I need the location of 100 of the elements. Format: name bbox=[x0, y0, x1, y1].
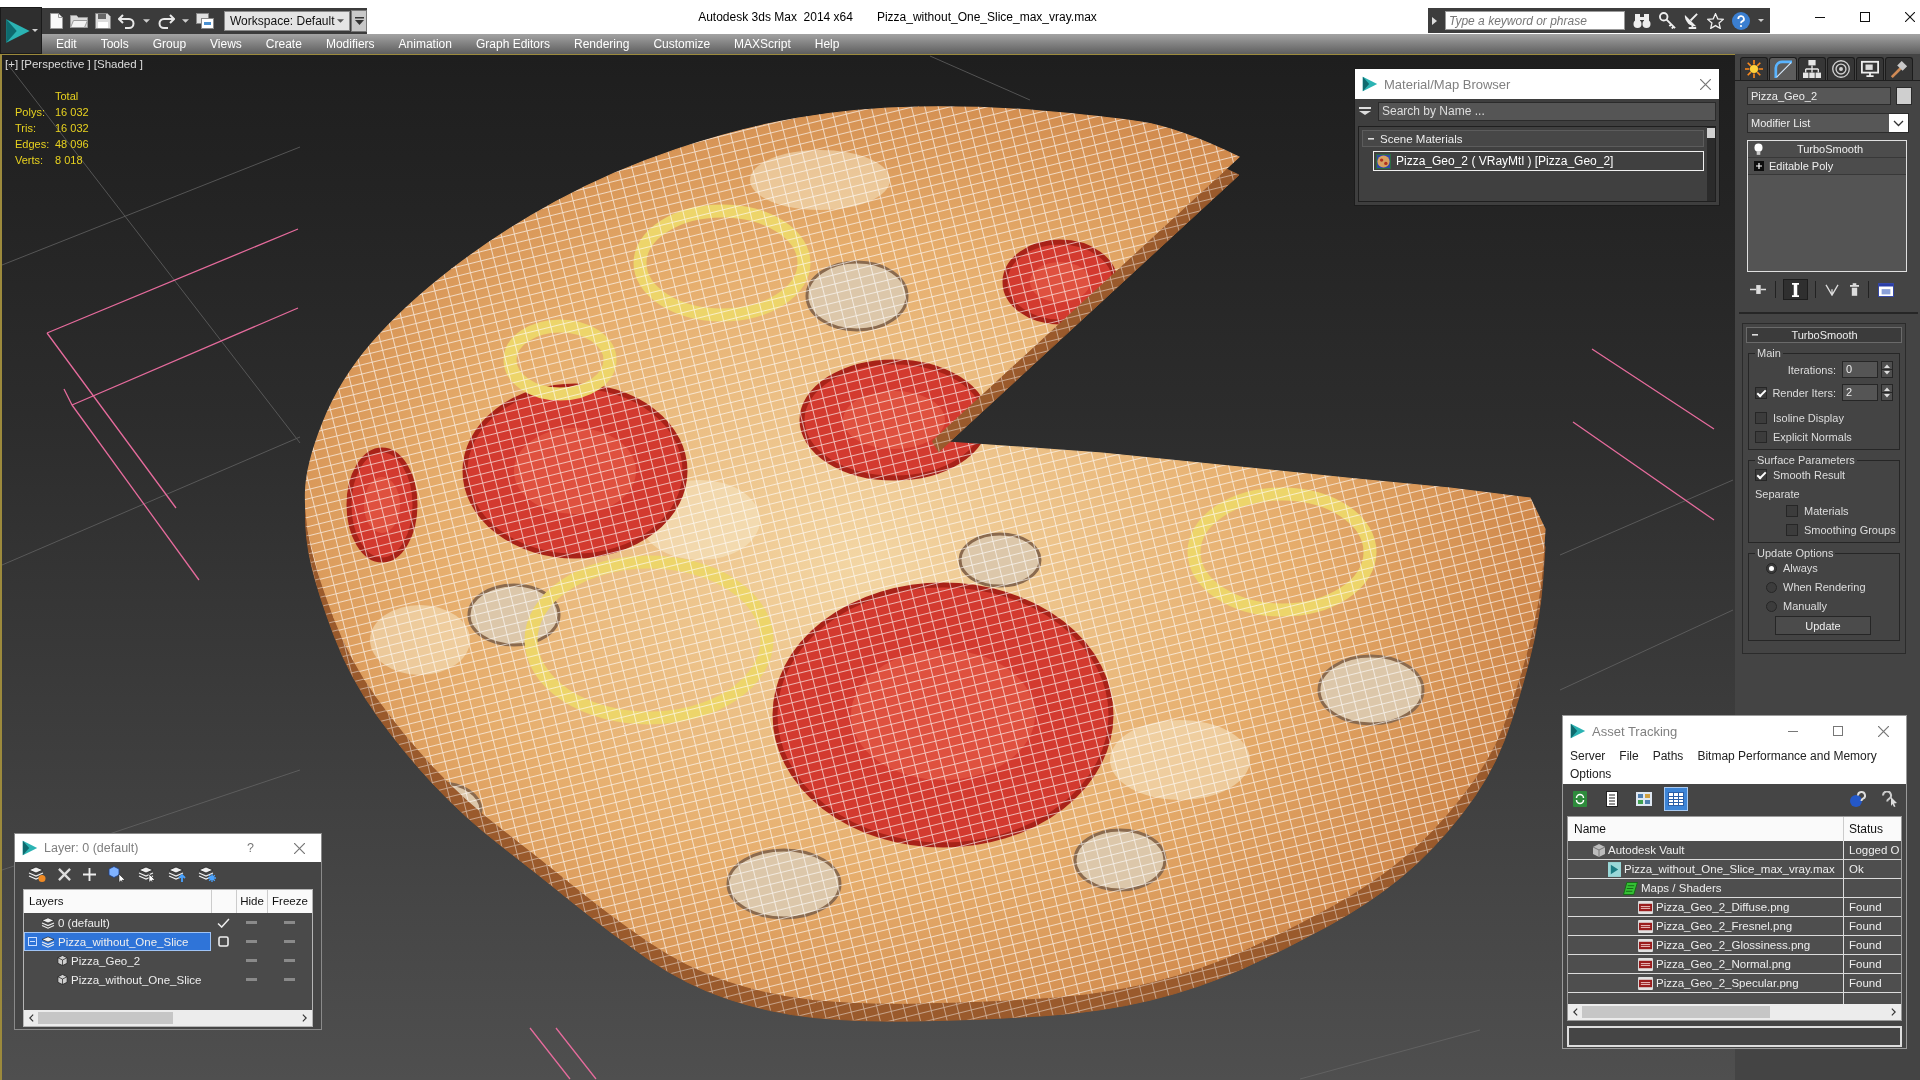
toolbar-menu-button[interactable] bbox=[351, 10, 367, 32]
help-pointer-icon[interactable] bbox=[1882, 791, 1898, 807]
chevron-right-icon[interactable] bbox=[1891, 1008, 1896, 1016]
menu-item[interactable]: Help bbox=[814, 37, 840, 51]
checkbox[interactable] bbox=[1755, 469, 1767, 481]
folder-icon[interactable] bbox=[70, 14, 88, 28]
scrollbar-thumb[interactable] bbox=[1582, 1006, 1770, 1018]
command-tab[interactable] bbox=[1740, 57, 1768, 80]
menu-item[interactable]: Paths bbox=[1652, 747, 1684, 765]
menu-item[interactable]: Server bbox=[1570, 747, 1606, 765]
expand-arrow-icon[interactable] bbox=[1432, 16, 1437, 25]
workspace-dropdown[interactable]: Workspace: Default bbox=[224, 11, 351, 31]
layer-item[interactable]: Pizza_without_One_Slice bbox=[24, 932, 211, 951]
menu-item[interactable]: Group bbox=[152, 37, 187, 51]
color-swatch-icon[interactable] bbox=[1896, 87, 1912, 105]
layers-up-arrow-icon[interactable] bbox=[168, 866, 186, 882]
light-bulb-icon[interactable] bbox=[1754, 143, 1763, 155]
command-tab[interactable] bbox=[1769, 57, 1797, 80]
menu-item[interactable]: Animation bbox=[398, 37, 452, 51]
tree-item[interactable]: Autodesk Vault bbox=[1568, 841, 1843, 859]
menu-item[interactable]: Graph Editors bbox=[475, 37, 550, 51]
object-name-field[interactable]: Pizza_Geo_2 bbox=[1747, 87, 1891, 105]
command-tab[interactable] bbox=[1827, 57, 1855, 80]
modifier-item[interactable]: Editable Poly bbox=[1748, 158, 1906, 175]
key-icon[interactable] bbox=[1659, 12, 1676, 29]
vertical-scrollbar[interactable] bbox=[1707, 127, 1715, 201]
checkbox[interactable] bbox=[1755, 431, 1767, 443]
viewport-menu-label[interactable]: [+] bbox=[5, 58, 19, 70]
material-item[interactable]: Pizza_Geo_2 ( VRayMtl ) [Pizza_Geo_2] bbox=[1373, 151, 1704, 171]
rollout-header[interactable]: TurboSmooth bbox=[1746, 327, 1902, 343]
menu-item[interactable]: MAXScript bbox=[734, 37, 791, 51]
checkbox[interactable] bbox=[1786, 505, 1798, 517]
square-icon[interactable] bbox=[218, 936, 229, 947]
expand-icon[interactable] bbox=[1754, 161, 1764, 171]
maximize-icon[interactable] bbox=[1860, 12, 1870, 22]
modifier-list-dropdown[interactable]: Modifier List bbox=[1747, 113, 1909, 133]
object-item[interactable]: Pizza_without_One_Slice bbox=[24, 970, 211, 989]
close-icon[interactable] bbox=[1905, 12, 1915, 22]
command-tab[interactable] bbox=[1798, 57, 1826, 80]
search-field[interactable]: Search by Name ... bbox=[1378, 101, 1716, 121]
tree-item[interactable]: Pizza_Geo_2_Specular.png bbox=[1568, 974, 1843, 992]
menu-item[interactable]: Edit bbox=[56, 37, 77, 51]
star-icon[interactable] bbox=[1707, 12, 1724, 29]
caret-icon[interactable] bbox=[143, 19, 150, 23]
satellite-dish-icon[interactable] bbox=[1684, 12, 1699, 29]
tree-item[interactable]: Pizza_without_One_Slice_max_vray.max bbox=[1568, 860, 1843, 878]
spinner-field[interactable]: 0 bbox=[1842, 361, 1878, 378]
view-mode-button[interactable] bbox=[1664, 787, 1688, 811]
viewport-menu-label[interactable]: [Shaded ] bbox=[93, 58, 143, 70]
checkbox[interactable] bbox=[1755, 412, 1767, 424]
modifier-item[interactable]: TurboSmooth bbox=[1748, 141, 1906, 158]
help-icon[interactable] bbox=[1732, 11, 1750, 30]
horizontal-scrollbar[interactable] bbox=[24, 1010, 312, 1026]
help-button[interactable]: ? bbox=[247, 841, 254, 855]
checkmark-icon[interactable] bbox=[217, 917, 230, 928]
collapse-icon[interactable] bbox=[28, 937, 37, 946]
tree-item[interactable]: Pizza_Geo_2_Glossiness.png bbox=[1568, 936, 1843, 954]
plus-icon[interactable] bbox=[83, 867, 96, 881]
checkbox[interactable] bbox=[1786, 524, 1798, 536]
command-tab[interactable] bbox=[1856, 57, 1884, 80]
radio-button[interactable] bbox=[1766, 600, 1777, 612]
menu-item[interactable]: Views bbox=[210, 37, 242, 51]
undo-icon[interactable] bbox=[118, 13, 136, 29]
checkbox[interactable] bbox=[1755, 386, 1767, 399]
tree-item[interactable]: Pizza_Geo_2_Fresnel.png bbox=[1568, 917, 1843, 935]
column-header[interactable]: Hide bbox=[236, 890, 267, 913]
spinner-arrows-icon[interactable] bbox=[1881, 384, 1893, 401]
group-header[interactable]: Scene Materials bbox=[1362, 130, 1704, 147]
search-field[interactable]: Type a keyword or phrase bbox=[1445, 11, 1625, 30]
chevron-left-icon[interactable] bbox=[1573, 1008, 1578, 1016]
radio-button[interactable] bbox=[1766, 581, 1777, 593]
minimize-icon[interactable] bbox=[1815, 16, 1825, 18]
application-button[interactable] bbox=[0, 7, 42, 54]
new-file-icon[interactable] bbox=[50, 13, 63, 29]
spinner-field[interactable]: 2 bbox=[1842, 384, 1878, 401]
scrollbar-thumb[interactable] bbox=[1707, 128, 1715, 138]
object-item[interactable]: Pizza_Geo_2 bbox=[24, 951, 211, 970]
column-header[interactable]: Name bbox=[1568, 817, 1843, 841]
redo-icon[interactable] bbox=[157, 13, 175, 29]
end-result-button[interactable] bbox=[1783, 279, 1808, 300]
menu-item[interactable]: Modifiers bbox=[325, 37, 375, 51]
menu-item[interactable]: Create bbox=[265, 37, 302, 51]
horizontal-scrollbar[interactable] bbox=[1568, 1004, 1901, 1020]
menu-item[interactable]: Bitmap Performance and Memory bbox=[1697, 747, 1877, 765]
menu-item[interactable]: Customize bbox=[653, 37, 711, 51]
spinner-arrows-icon[interactable] bbox=[1881, 361, 1893, 378]
caret-icon[interactable] bbox=[182, 19, 189, 23]
menu-item[interactable]: File bbox=[1619, 747, 1639, 765]
menu-item[interactable]: Rendering bbox=[574, 37, 630, 51]
radio-button[interactable] bbox=[1766, 562, 1777, 574]
tree-item[interactable]: Pizza_Geo_2_Normal.png bbox=[1568, 955, 1843, 973]
caret-icon[interactable] bbox=[1758, 19, 1764, 22]
scrollbar-thumb[interactable] bbox=[38, 1012, 173, 1024]
globe-help-icon[interactable] bbox=[1850, 791, 1866, 807]
tree-item[interactable]: Maps / Shaders bbox=[1568, 879, 1843, 897]
menu-triangle-icon[interactable] bbox=[1359, 107, 1371, 115]
tree-item[interactable]: Pizza_Geo_2_Diffuse.png bbox=[1568, 898, 1843, 916]
menu-item[interactable]: Options bbox=[1570, 765, 1612, 783]
cube-arrow-icon[interactable] bbox=[108, 866, 126, 882]
viewport-menu-label[interactable]: [Perspective ] bbox=[21, 58, 91, 70]
